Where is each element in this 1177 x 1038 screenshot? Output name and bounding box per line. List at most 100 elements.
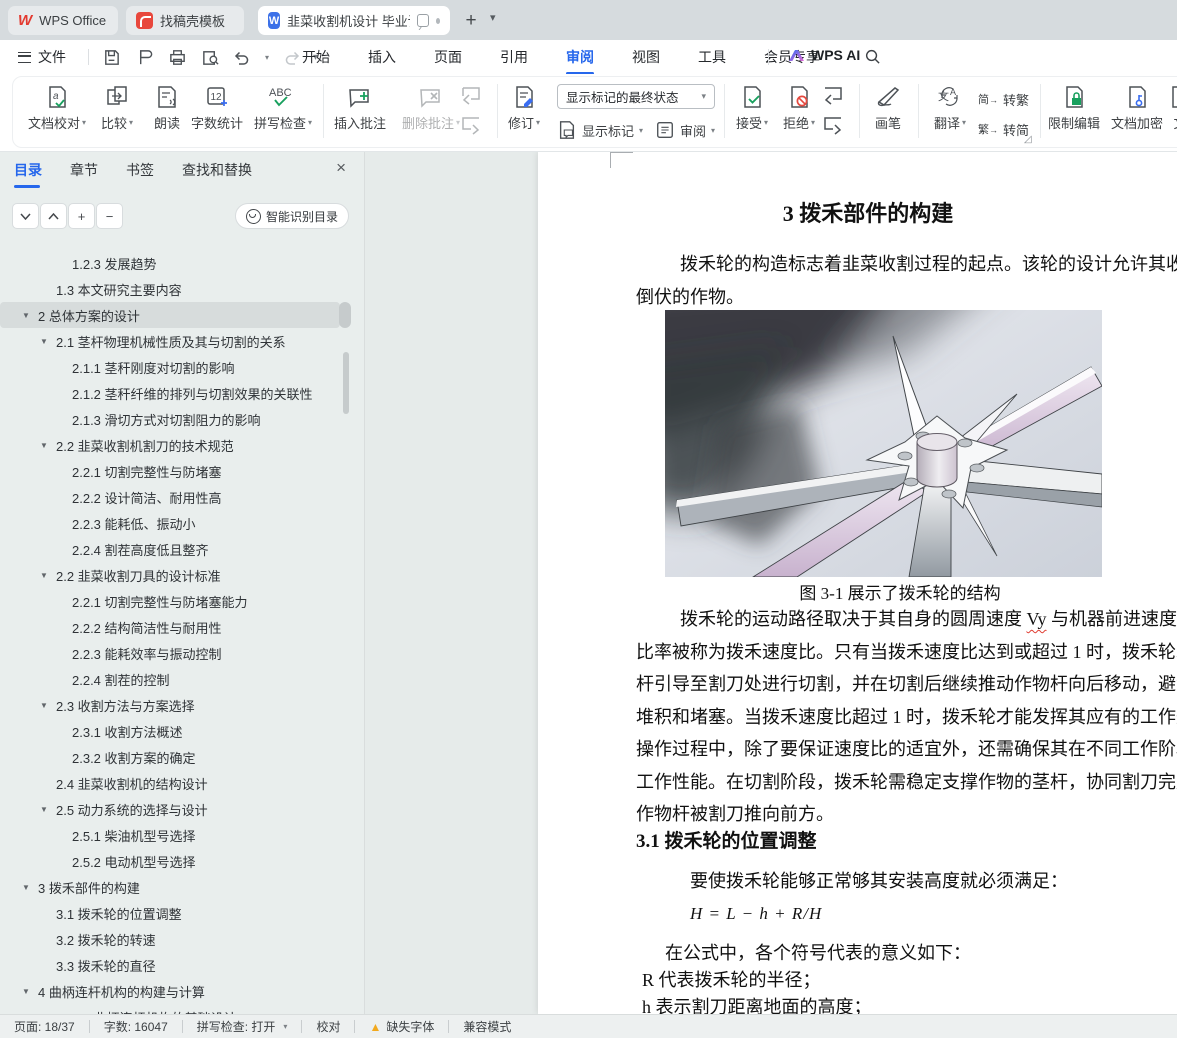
restrict-edit-button[interactable]: 限制编辑 [1042, 80, 1106, 142]
review-pane-button[interactable]: 审阅 ▾ [655, 118, 715, 142]
to-simplified-button[interactable]: 繁→ 转简 [978, 116, 1029, 142]
undo-chevron-icon[interactable]: ▾ [265, 53, 269, 62]
file-menu-button[interactable]: 文件 [18, 47, 66, 67]
to-traditional-button[interactable]: 简→ 转繁 [978, 86, 1029, 112]
tab-document[interactable]: W 韭菜收割机设计 毕业论文定稿 [258, 6, 450, 35]
missing-font-indicator[interactable]: ▲ 缺失字体 [355, 1018, 448, 1035]
toc-collapse-button[interactable] [12, 203, 39, 229]
toc-item[interactable]: 3.2 拨禾轮的转速 [0, 926, 352, 952]
collapse-toggle-icon[interactable]: ▼ [40, 805, 48, 814]
toc-item[interactable]: ▼ 2.2 韭菜收割机割刀的技术规范 [0, 432, 352, 458]
sidebar-scrollbar-thumb[interactable] [339, 302, 351, 328]
menu-tab[interactable]: 审阅 [564, 40, 596, 75]
sidebar-tab[interactable]: 章节 [70, 160, 98, 188]
collapse-toggle-icon[interactable]: ▼ [22, 987, 30, 996]
translate-button[interactable]: 文A 翻译 ▾ [918, 80, 982, 142]
toc-item[interactable]: 2.5.1 柴油机型号选择 [0, 822, 352, 848]
toc-item[interactable]: 2.2.4 割茬的控制 [0, 666, 352, 692]
document-page[interactable]: 3 拨禾部件的构建 拨禾轮的构造标志着韭菜收割过程的起点。该轮的设计允许其收获无… [538, 152, 1177, 1014]
toc-zoom-in-button[interactable]: + [68, 203, 95, 229]
previous-change-icon[interactable] [821, 84, 845, 106]
menu-tab[interactable]: 开始 [300, 40, 332, 74]
tab-wps-office[interactable]: W WPS Office [8, 6, 118, 35]
collapse-toggle-icon[interactable]: ▼ [40, 337, 48, 346]
toc-expand-button[interactable] [40, 203, 67, 229]
toc-item[interactable]: ▼ 2.1 茎杆物理机械性质及其与切割的关系 [0, 328, 352, 354]
menu-tab[interactable]: 工具 [696, 40, 728, 74]
tab-list-chevron-icon[interactable]: ▾ [490, 11, 496, 24]
pen-button[interactable]: 画笔 [856, 80, 920, 142]
spellcheck-indicator[interactable]: 拼写检查: 打开 ▾ [183, 1018, 302, 1035]
word-count-indicator[interactable]: 字数: 16047 [90, 1018, 182, 1035]
close-icon[interactable]: × [336, 158, 346, 178]
search-icon[interactable] [864, 48, 881, 65]
toc-item[interactable]: ▼ 4 曲柄连杆机构的构建与计算 [0, 978, 352, 1004]
toc-item[interactable]: 2.2.3 能耗低、振动小 [0, 510, 352, 536]
toc-item[interactable]: ▼ 2 总体方案的设计 [0, 302, 340, 328]
toc-zoom-out-button[interactable]: − [96, 203, 123, 229]
toc-item[interactable]: 2.4 韭菜收割机的结构设计 [0, 770, 352, 796]
tab-docer-templates[interactable]: 找稿壳模板 [126, 6, 244, 35]
toc-item[interactable]: 2.2.3 能耗效率与振动控制 [0, 640, 352, 666]
toc-item[interactable]: ▼ 2.2 韭菜收割刀具的设计标准 [0, 562, 352, 588]
next-change-icon[interactable] [821, 114, 845, 136]
toc-item[interactable]: ▼ 3 拨禾部件的构建 [0, 874, 352, 900]
sidebar-scrollbar-thumb[interactable] [343, 352, 349, 414]
sidebar-tab[interactable]: 目录 [14, 160, 42, 188]
markup-state-select[interactable]: 显示标记的最终状态 ▾ [557, 84, 715, 109]
collapse-toggle-icon[interactable]: ▼ [22, 311, 30, 320]
track-changes-button[interactable]: 修订 ▾ [492, 80, 556, 142]
toc-item[interactable]: ▼ 2.5 动力系统的选择与设计 [0, 796, 352, 822]
toc-item[interactable]: 2.2.1 切割完整性与防堵塞 [0, 458, 352, 484]
toc-item[interactable]: 2.3.1 收割方法概述 [0, 718, 352, 744]
menu-tab[interactable]: 插入 [366, 40, 398, 74]
compat-mode-indicator[interactable]: 兼容模式 [449, 1018, 525, 1035]
toc-item[interactable]: 2.1.3 滑切方式对切割阻力的影响 [0, 406, 352, 432]
collapse-toggle-icon[interactable]: ▼ [22, 883, 30, 892]
collapse-toggle-icon[interactable]: ▼ [40, 571, 48, 580]
group-expand-icon[interactable]: ◿ [1024, 134, 1032, 145]
export-pdf-icon[interactable] [133, 46, 155, 68]
reel-wheel-figure-image[interactable] [665, 310, 1102, 577]
toc-item[interactable]: 3.3 拨禾轮的直径 [0, 952, 352, 978]
toc-item[interactable]: 2.2.4 割茬高度低且整齐 [0, 536, 352, 562]
toc-item[interactable]: 2.2.2 结构简洁性与耐用性 [0, 614, 352, 640]
toc-item[interactable]: 2.1.2 茎秆纤维的排列与切割效果的关联性 [0, 380, 352, 406]
sidebar-tab[interactable]: 书签 [126, 160, 154, 188]
collapse-toggle-icon[interactable]: ▼ [40, 441, 48, 450]
menu-tab[interactable]: 视图 [630, 40, 662, 74]
menu-tab[interactable]: 页面 [432, 40, 464, 74]
toc-item[interactable]: 2.2.2 设计简洁、耐用性高 [0, 484, 352, 510]
spell-check-button[interactable]: ABC 拼写检查 ▾ [248, 80, 318, 142]
wps-ai-button[interactable]: WPS AI [788, 47, 860, 63]
word-count-button[interactable]: 12 字数统计 [185, 80, 249, 142]
menu-tab[interactable]: 引用 [498, 40, 530, 74]
doc-proof-button[interactable]: a 文档校对 ▾ [25, 80, 89, 142]
toc-item[interactable]: 4.1 曲柄连杆机构的基础设计 [0, 1004, 352, 1015]
toc-item-label: 3.1 拨禾轮的位置调整 [56, 906, 182, 922]
show-markup-button[interactable]: 显示标记 ▾ [557, 118, 643, 142]
smart-toc-button[interactable]: 智能识别目录 [234, 203, 349, 229]
toc-item[interactable]: 2.1.1 茎秆刚度对切割的影响 [0, 354, 352, 380]
clipped-ribbon-button[interactable]: 文 [1160, 80, 1177, 142]
save-icon[interactable] [100, 46, 122, 68]
collapse-toggle-icon[interactable]: ▼ [40, 701, 48, 710]
page-indicator[interactable]: 页面: 18/37 [14, 1018, 89, 1035]
toc-item[interactable]: 2.5.2 电动机型号选择 [0, 848, 352, 874]
toc-item[interactable]: 2.2.1 切割完整性与防堵塞能力 [0, 588, 352, 614]
print-preview-icon[interactable] [199, 46, 221, 68]
toc-item[interactable]: 2.3.2 收割方案的确定 [0, 744, 352, 770]
toc-item-label: 2.3.2 收割方案的确定 [72, 750, 196, 766]
toc-item[interactable]: 1.3 本文研究主要内容 [0, 276, 352, 302]
toc-item[interactable]: 1.2.3 发展趋势 [0, 250, 352, 276]
new-tab-button[interactable]: + [458, 8, 484, 34]
insert-comment-button[interactable]: 插入批注 [328, 80, 392, 142]
print-icon[interactable] [166, 46, 188, 68]
sidebar-tab[interactable]: 查找和替换 [182, 160, 252, 188]
comment-bubble-icon[interactable] [417, 14, 429, 27]
proofread-button[interactable]: 校对 [302, 1018, 354, 1035]
toc-item[interactable]: 3.1 拨禾轮的位置调整 [0, 900, 352, 926]
document-workspace: 3 拨禾部件的构建 拨禾轮的构造标志着韭菜收割过程的起点。该轮的设计允许其收获无… [365, 152, 1177, 1014]
undo-icon[interactable] [232, 46, 254, 68]
toc-item[interactable]: ▼ 2.3 收割方法与方案选择 [0, 692, 352, 718]
